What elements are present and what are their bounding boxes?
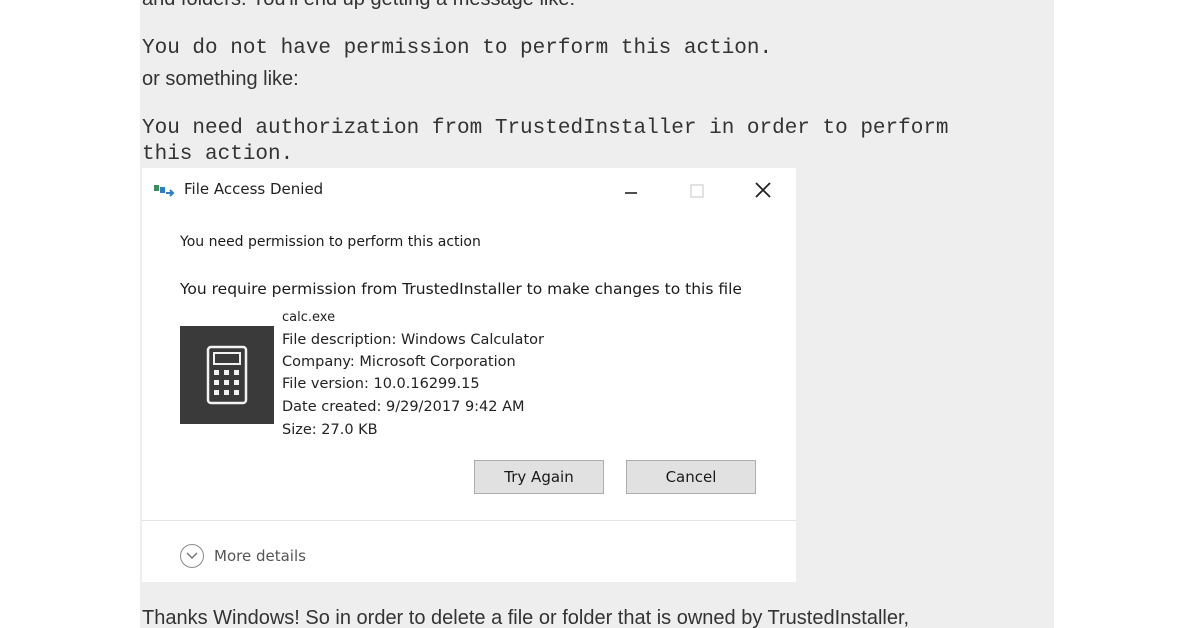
code-message-1: You do not have permission to perform th… xyxy=(142,37,773,60)
dialog-titlebar[interactable]: File Access Denied xyxy=(142,168,796,212)
article-paragraph-middle: or something like: xyxy=(142,68,299,90)
file-icon-tile xyxy=(180,326,274,424)
more-details-label: More details xyxy=(214,547,306,565)
calculator-icon xyxy=(206,345,248,405)
code-message-2-line-1: You need authorization from TrustedInsta… xyxy=(142,117,949,140)
more-details-toggle[interactable]: More details xyxy=(180,542,306,570)
dialog-subheading: You require permission from TrustedInsta… xyxy=(180,280,742,298)
file-access-denied-dialog: File Access Denied You need permission t… xyxy=(142,168,796,582)
try-again-button[interactable]: Try Again xyxy=(474,460,604,494)
file-description: File description: Windows Calculator xyxy=(282,332,544,348)
article-paragraph-bottom: Thanks Windows! So in order to delete a … xyxy=(142,607,910,628)
maximize-icon xyxy=(690,184,704,198)
file-name: calc.exe xyxy=(282,310,336,325)
minimize-button[interactable] xyxy=(608,172,654,208)
code-message-2-line-2: this action. xyxy=(142,143,294,166)
file-company: Company: Microsoft Corporation xyxy=(282,354,516,370)
chevron-down-icon xyxy=(180,544,204,568)
cancel-button[interactable]: Cancel xyxy=(626,460,756,494)
dialog-title: File Access Denied xyxy=(184,180,324,198)
dialog-heading: You need permission to perform this acti… xyxy=(180,234,481,250)
article-paragraph-top: and folders. You'll end up getting a mes… xyxy=(142,0,575,11)
file-transfer-icon xyxy=(154,182,176,198)
close-icon xyxy=(755,182,771,198)
file-date-created: Date created: 9/29/2017 9:42 AM xyxy=(282,399,525,415)
dialog-divider xyxy=(142,520,796,521)
file-version: File version: 10.0.16299.15 xyxy=(282,376,480,392)
file-size: Size: 27.0 KB xyxy=(282,422,378,438)
maximize-button[interactable] xyxy=(674,172,720,208)
minimize-icon xyxy=(625,192,637,194)
close-button[interactable] xyxy=(740,172,786,208)
